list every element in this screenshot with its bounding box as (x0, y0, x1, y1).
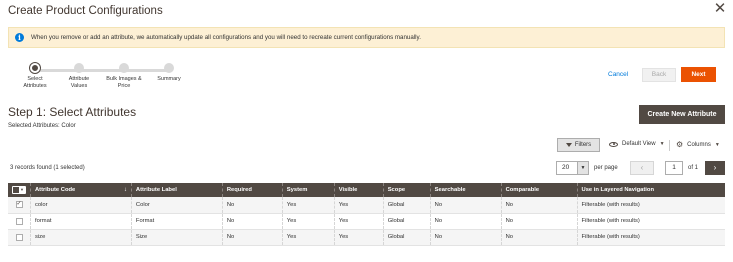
table-cell: Yes (333, 229, 384, 246)
columns-dropdown[interactable]: ⚙ Columns ▼ (676, 141, 720, 149)
previous-page-button[interactable]: ‹ (630, 161, 654, 175)
records-count: 3 records found (1 selected) (10, 165, 85, 171)
modal-title: Create Product Configurations (8, 5, 163, 17)
per-page-toggle[interactable]: ▼ (578, 161, 589, 175)
table-cell: Filterable (with results) (576, 197, 725, 214)
filters-button[interactable]: Filters (557, 138, 600, 152)
create-new-attribute-button[interactable]: Create New Attribute (639, 105, 725, 124)
row-select-cell[interactable]: ✓ (8, 197, 31, 214)
view-label: Default View (622, 141, 656, 147)
row-checkbox[interactable] (15, 233, 23, 241)
next-button[interactable]: Next (681, 67, 716, 82)
table-row[interactable]: format Format No Yes Yes Global No No Fi… (8, 213, 725, 230)
per-page-select[interactable]: 20 (556, 161, 578, 175)
mass-select-checkbox[interactable]: ▼ (12, 185, 26, 194)
close-icon[interactable]: ✕ (713, 1, 727, 16)
info-icon: i (15, 33, 24, 42)
mass-select-header[interactable]: ▼ (8, 183, 31, 197)
table-cell: No (221, 213, 283, 230)
table-cell: Size (130, 229, 223, 246)
row-select-cell[interactable] (8, 229, 31, 246)
table-cell: Global (382, 229, 431, 246)
row-checkbox[interactable] (15, 217, 23, 225)
funnel-icon (565, 143, 572, 147)
step-label: Attribute Values (68, 76, 90, 89)
table-cell: No (500, 213, 578, 230)
table-cell: Yes (281, 213, 335, 230)
step-dot (30, 63, 40, 73)
step-dot (164, 63, 174, 73)
row-checkbox[interactable]: ✓ (15, 201, 23, 209)
table-cell: No (500, 229, 578, 246)
table-cell: Filterable (with results) (576, 229, 725, 246)
step-summary[interactable]: Summary (139, 63, 199, 83)
checkbox-icon (13, 186, 19, 193)
step-title: Step 1: Select Attributes (8, 105, 137, 119)
sort-arrow-icon: ↓ (123, 187, 127, 193)
column-header-scope[interactable]: Scope (382, 183, 431, 197)
table-cell: color (30, 197, 132, 214)
filters-label: Filters (574, 142, 592, 148)
table-cell: No (429, 213, 502, 230)
column-header-system[interactable]: System (281, 183, 335, 197)
table-cell: format (30, 213, 132, 230)
notice-message: i When you remove or add an attribute, w… (8, 27, 725, 48)
table-cell: Yes (333, 197, 384, 214)
chevron-left-icon: ‹ (640, 163, 644, 172)
table-cell: Yes (333, 213, 384, 230)
table-cell: Yes (281, 229, 335, 246)
column-header-required[interactable]: Required (221, 183, 283, 197)
chevron-down-icon: ▼ (580, 165, 586, 171)
table-cell: No (221, 197, 283, 214)
per-page-label: per page (594, 165, 618, 171)
column-header-searchable[interactable]: Searchable (429, 183, 502, 197)
table-cell: No (429, 197, 502, 214)
cancel-button[interactable]: Cancel (608, 71, 628, 78)
table-cell: Format (130, 213, 223, 230)
table-cell: Filterable (with results) (576, 213, 725, 230)
table-cell: No (221, 229, 283, 246)
table-cell: size (30, 229, 132, 246)
selected-attributes-text: Selected Attributes: Color (8, 123, 76, 129)
column-header-attribute-code[interactable]: Attribute Code ↓ (30, 183, 132, 197)
page-number-input[interactable]: 1 (665, 161, 683, 175)
chevron-down-icon: ▼ (659, 141, 665, 147)
table-cell: Global (382, 213, 431, 230)
chevron-down-icon: ▼ (20, 187, 24, 192)
notice-text: When you remove or add an attribute, we … (31, 34, 421, 41)
table-cell: Global (382, 197, 431, 214)
chevron-right-icon: › (713, 163, 717, 172)
column-header-label: Attribute Code (35, 187, 76, 193)
page-total: of 1 (688, 165, 699, 171)
columns-label: Columns (687, 142, 711, 148)
table-cell: Yes (281, 197, 335, 214)
step-label: Select Attributes (23, 76, 47, 89)
row-select-cell[interactable] (8, 213, 31, 230)
table-cell: No (500, 197, 578, 214)
table-header-row: ▼ Attribute Code ↓ Attribute Label Requir… (8, 183, 725, 197)
table-row[interactable]: ✓ color Color No Yes Yes Global No No Fi… (8, 197, 725, 214)
eye-icon (609, 141, 618, 147)
attributes-grid: ▼ Attribute Code ↓ Attribute Label Requir… (8, 183, 725, 246)
column-header-layered-navigation[interactable]: Use in Layered Navigation (576, 183, 725, 197)
divider (669, 140, 670, 151)
gear-icon: ⚙ (676, 140, 684, 149)
table-row[interactable]: size Size No Yes Yes Global No No Filter… (8, 229, 725, 246)
table-cell: Color (130, 197, 223, 214)
default-view-dropdown[interactable]: Default View ▼ (609, 141, 665, 147)
column-header-visible[interactable]: Visible (333, 183, 384, 197)
step-label: Summary (157, 76, 181, 82)
step-dot (119, 63, 129, 73)
back-button[interactable]: Back (642, 68, 676, 82)
step-dot (74, 63, 84, 73)
table-cell: No (429, 229, 502, 246)
column-header-attribute-label[interactable]: Attribute Label (130, 183, 223, 197)
next-page-button[interactable]: › (705, 161, 725, 175)
column-header-comparable[interactable]: Comparable (500, 183, 578, 197)
chevron-down-icon: ▼ (714, 142, 720, 148)
